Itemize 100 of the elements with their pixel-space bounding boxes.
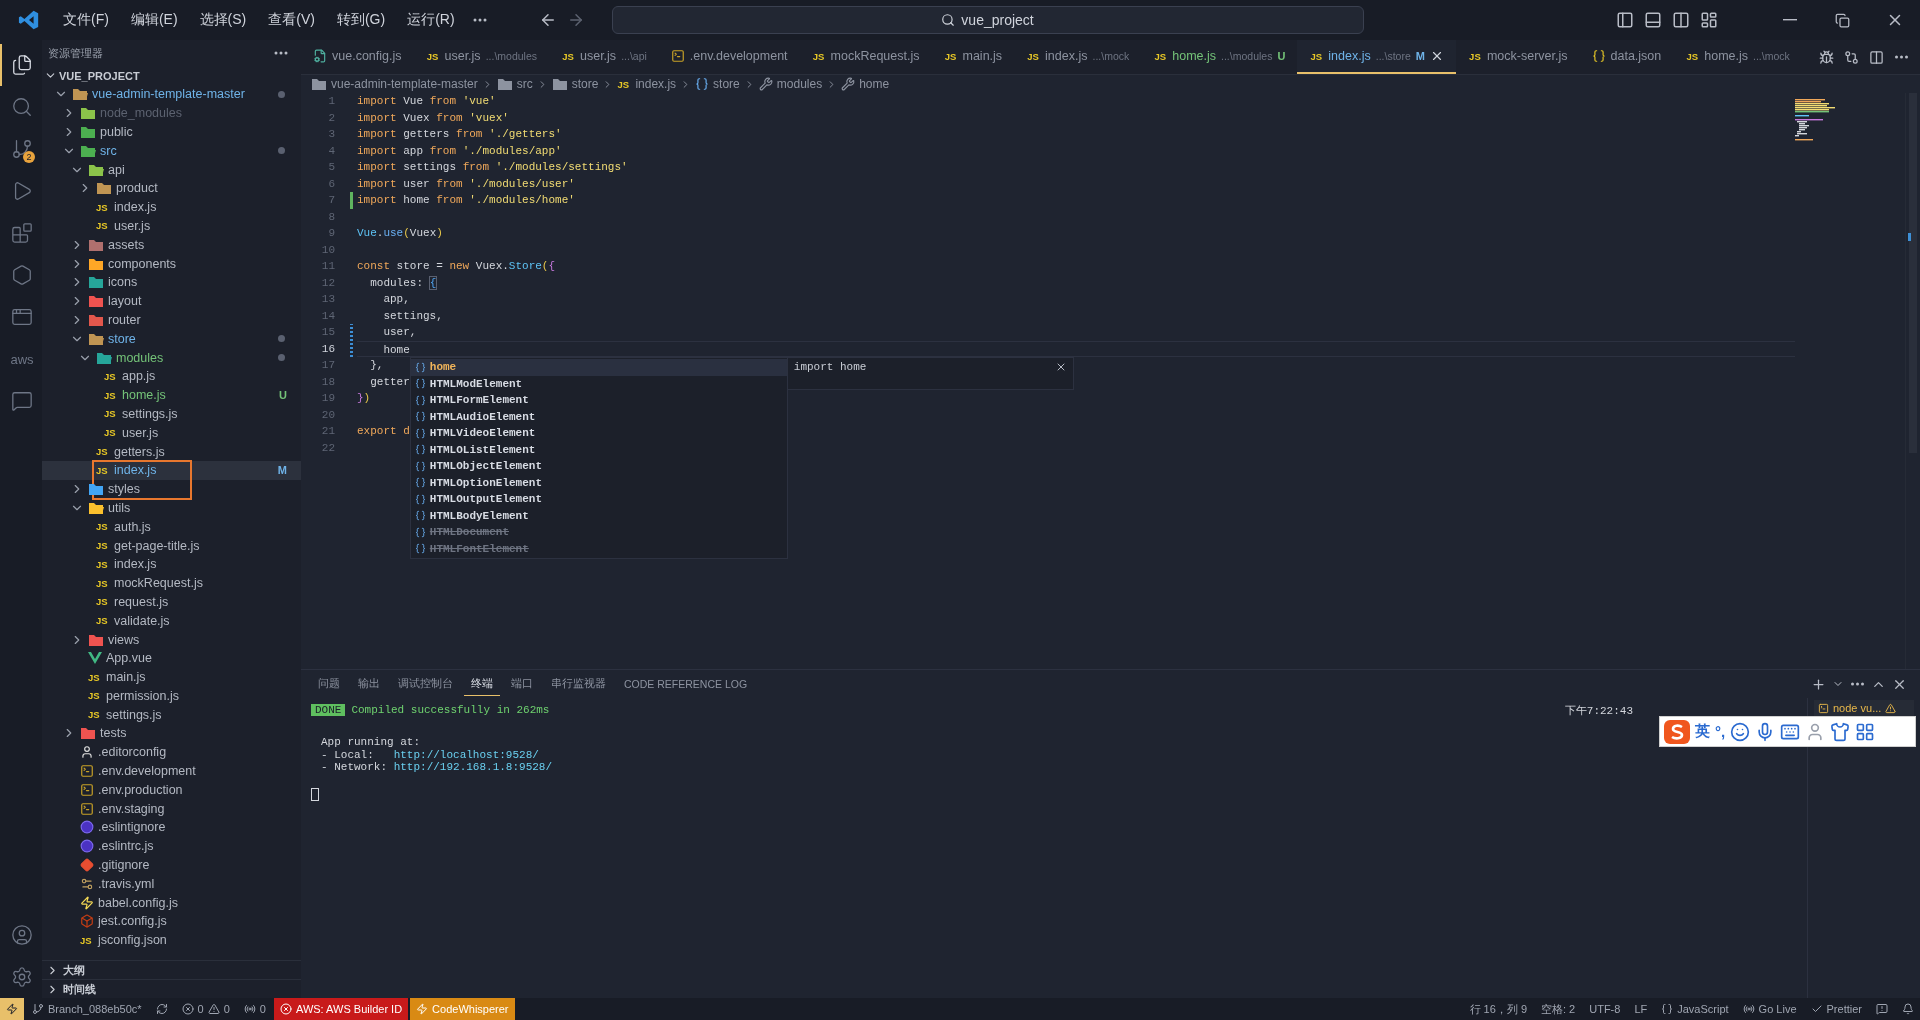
editor-tab[interactable]: .env.development: [658, 40, 800, 74]
aws-button[interactable]: aws: [0, 338, 42, 380]
file-item[interactable]: JS validate.js: [42, 611, 301, 631]
go-live-button[interactable]: Go Live: [1736, 998, 1803, 1020]
grid-icon[interactable]: [1855, 721, 1876, 742]
url-link[interactable]: http://localhost:9528/: [393, 748, 539, 761]
menu-item[interactable]: 运行(R): [398, 7, 464, 33]
folder-item[interactable]: modules: [42, 348, 301, 367]
menu-item[interactable]: 转到(G): [327, 7, 395, 33]
folder-item[interactable]: product: [42, 179, 301, 198]
breadcrumb-item[interactable]: modules: [758, 77, 823, 91]
folder-item[interactable]: assets: [42, 235, 301, 255]
folder-item[interactable]: styles: [42, 479, 301, 499]
suggestion-item[interactable]: HTMLFormElement: [410, 392, 787, 409]
ports-button[interactable]: 0: [237, 998, 272, 1020]
suggestion-item[interactable]: HTMLModElement: [410, 375, 787, 392]
suggestion-item[interactable]: HTMLOptionElement: [410, 474, 787, 491]
punctuation-mode[interactable]: °,: [1715, 723, 1726, 740]
folder-item[interactable]: store: [42, 329, 301, 349]
suggestion-item[interactable]: HTMLOListElement: [410, 441, 787, 458]
file-item[interactable]: JS index.js: [42, 197, 301, 217]
panel-tab[interactable]: 调试控制台: [391, 672, 460, 696]
source-control-button[interactable]: 2: [0, 128, 42, 170]
file-item[interactable]: JS user.js: [42, 423, 301, 443]
file-item[interactable]: JS mockRequest.js: [42, 573, 301, 593]
url-link[interactable]: http://192.168.1.8:9528/: [393, 761, 553, 773]
file-item[interactable]: JS getters.js: [42, 442, 301, 461]
menu-item[interactable]: 查看(V): [259, 7, 324, 33]
aws-button[interactable]: AWS: AWS Builder ID: [273, 998, 409, 1020]
branch-button[interactable]: Branch_088eb50c*: [26, 998, 148, 1020]
menu-item[interactable]: 文件(F): [54, 7, 118, 33]
menu-item[interactable]: 选择(S): [190, 7, 256, 33]
breadcrumb-item[interactable]: home: [841, 77, 890, 91]
editor-tab[interactable]: JS main.js: [931, 40, 1015, 74]
suggestion-item[interactable]: HTMLVideoElement: [410, 425, 787, 442]
file-item[interactable]: .eslintrc.js: [42, 836, 301, 856]
file-item[interactable]: babel.config.js: [42, 893, 301, 913]
folder-item[interactable]: tests: [42, 724, 301, 743]
editor-tab[interactable]: JS mockRequest.js: [799, 40, 932, 74]
folder-item[interactable]: src: [42, 141, 301, 161]
folder-item[interactable]: api: [42, 160, 301, 179]
search-field[interactable]: vue_project: [611, 6, 1364, 34]
panel-tab[interactable]: 输出: [351, 672, 387, 696]
file-item[interactable]: .gitignore: [42, 855, 301, 875]
project-header[interactable]: VUE_PROJECT: [42, 66, 301, 85]
file-item[interactable]: JS home.js U: [42, 385, 301, 405]
editor-tab[interactable]: JS home.js ...\modules U: [1141, 40, 1298, 74]
file-item[interactable]: JS permission.js: [42, 686, 301, 706]
editor-tab[interactable]: JS home.js ...\mock: [1673, 40, 1802, 74]
suggestion-item[interactable]: HTMLObjectElement: [410, 458, 787, 475]
language-button[interactable]: JavaScript: [1655, 998, 1735, 1020]
breadcrumb-item[interactable]: vue-admin-template-master: [311, 77, 478, 91]
breadcrumb-item[interactable]: JS index.js: [617, 77, 677, 91]
file-item[interactable]: JS user.js: [42, 216, 301, 236]
status-item[interactable]: UTF-8: [1583, 998, 1627, 1020]
scrollbar[interactable]: [1905, 93, 1920, 669]
file-item[interactable]: .env.staging: [42, 799, 301, 819]
panel-tab[interactable]: 问题: [311, 672, 347, 696]
panel-tab[interactable]: 端口: [504, 672, 540, 696]
status-item[interactable]: 空格: 2: [1535, 998, 1582, 1020]
folder-item[interactable]: layout: [42, 291, 301, 311]
editor-tab[interactable]: JS mock-server.js: [1455, 40, 1580, 74]
emoji-icon[interactable]: [1730, 721, 1751, 742]
panel-tab[interactable]: CODE REFERENCE LOG: [617, 672, 755, 696]
file-item[interactable]: JS app.js: [42, 366, 301, 386]
status-item[interactable]: LF: [1628, 998, 1654, 1020]
editor-tab[interactable]: JS user.js ...\modules: [413, 40, 549, 74]
file-item[interactable]: App.vue: [42, 648, 301, 668]
file-item[interactable]: JS request.js: [42, 592, 301, 612]
editor-tab[interactable]: JS index.js ...\store M: [1297, 40, 1456, 74]
file-item[interactable]: JS main.js: [42, 667, 301, 687]
suggestion-item[interactable]: HTMLOutputElement: [410, 491, 787, 508]
file-item[interactable]: JS index.js M: [42, 460, 301, 480]
breadcrumb-item[interactable]: src: [496, 77, 533, 91]
breadcrumb-item[interactable]: store: [695, 77, 740, 91]
folder-item[interactable]: utils: [42, 498, 301, 518]
problems-button[interactable]: 0 0: [175, 998, 236, 1020]
remote-button[interactable]: [0, 998, 24, 1020]
file-item[interactable]: .travis.yml: [42, 874, 301, 894]
suggestion-item[interactable]: HTMLBodyElement: [410, 507, 787, 524]
folder-item[interactable]: vue-admin-template-master: [42, 85, 301, 104]
file-item[interactable]: .env.development: [42, 761, 301, 781]
editor-tab[interactable]: JS index.js ...\mock: [1014, 40, 1142, 74]
folder-item[interactable]: views: [42, 630, 301, 649]
file-item[interactable]: .env.production: [42, 780, 301, 800]
folder-item[interactable]: icons: [42, 272, 301, 292]
shirt-icon[interactable]: [1830, 721, 1851, 742]
breadcrumb-item[interactable]: store: [551, 77, 599, 91]
terminal-item[interactable]: node vu...: [1814, 700, 1914, 716]
file-item[interactable]: JS get-page-title.js: [42, 536, 301, 555]
folder-item[interactable]: components: [42, 254, 301, 273]
editor-tab[interactable]: JS user.js ...\api: [549, 40, 659, 74]
file-item[interactable]: JS settings.js: [42, 404, 301, 424]
file-item[interactable]: JS index.js: [42, 554, 301, 574]
menu-item[interactable]: 编辑(E): [121, 7, 187, 33]
status-item[interactable]: 行 16，列 9: [1463, 998, 1533, 1020]
section-header[interactable]: 时间线: [42, 979, 301, 998]
file-item[interactable]: JS auth.js: [42, 517, 301, 537]
file-item[interactable]: .editorconfig: [42, 742, 301, 762]
file-item[interactable]: JS settings.js: [42, 705, 301, 725]
